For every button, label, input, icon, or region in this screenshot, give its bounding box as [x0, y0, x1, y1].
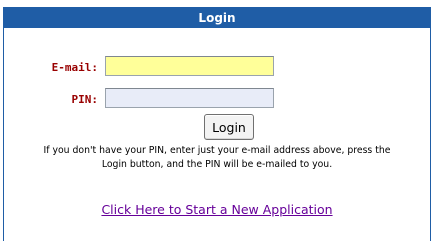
pin-field[interactable]: [105, 88, 274, 108]
pin-help-text: If you don't have your PIN, enter just y…: [4, 144, 430, 172]
email-field[interactable]: [105, 56, 274, 76]
pin-help-line-2: Login button, and the PIN will be e-mail…: [101, 159, 333, 170]
email-label: E-mail:: [51, 61, 98, 74]
panel-title: Login: [4, 8, 430, 28]
login-button[interactable]: Login: [204, 114, 254, 140]
login-panel: Login E-mail: PIN: Login If you don't ha…: [3, 7, 431, 241]
pin-label: PIN:: [71, 93, 99, 106]
new-application-link[interactable]: Click Here to Start a New Application: [4, 202, 430, 217]
pin-help-line-1: If you don't have your PIN, enter just y…: [43, 145, 391, 156]
